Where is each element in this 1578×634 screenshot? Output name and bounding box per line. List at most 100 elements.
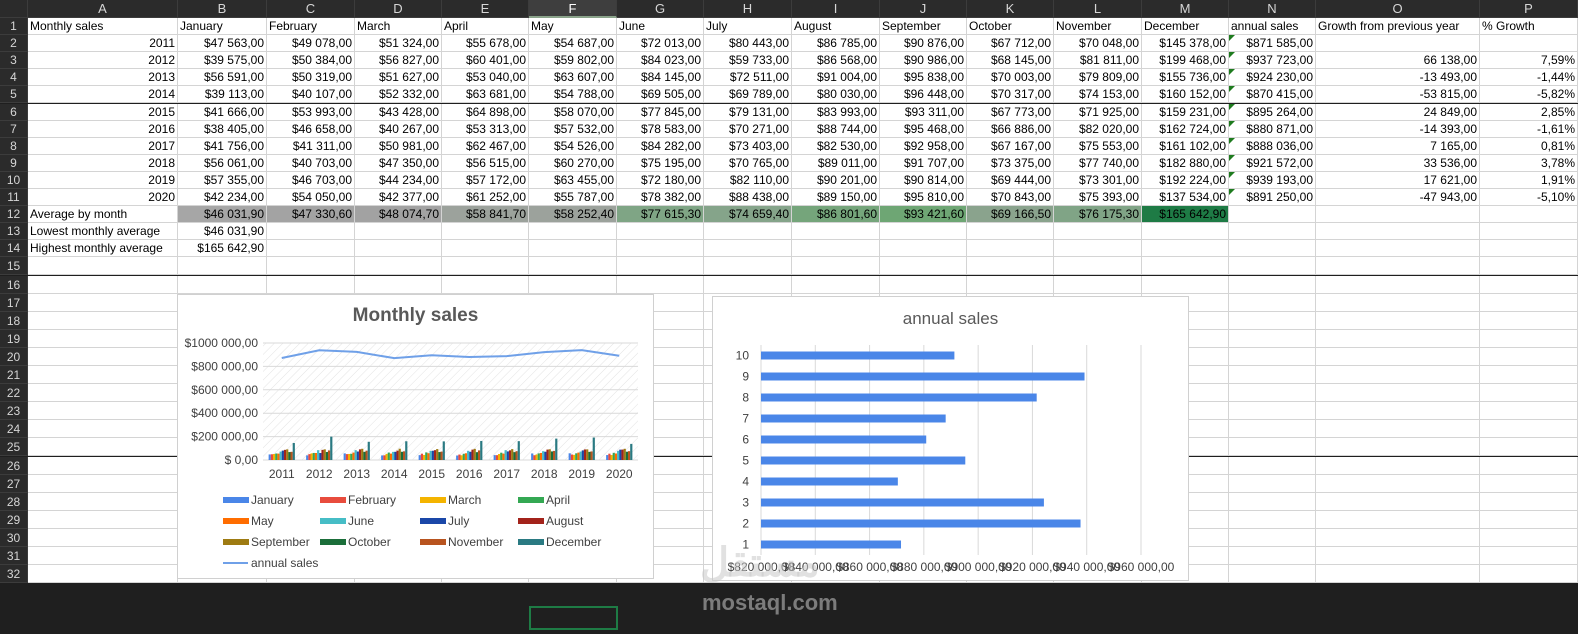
cell-p2[interactable] xyxy=(1480,35,1578,53)
cell-p19[interactable] xyxy=(1480,329,1578,348)
cell-i12[interactable]: $86 801,60 xyxy=(792,206,880,224)
cell-e9[interactable]: $56 515,00 xyxy=(442,154,529,172)
cell-p24[interactable] xyxy=(1480,420,1578,439)
row-header-29[interactable]: 29 xyxy=(0,510,28,529)
cell-m14[interactable] xyxy=(1142,240,1229,258)
cell-a11[interactable]: 2020 xyxy=(28,189,178,207)
cell-e7[interactable]: $53 313,00 xyxy=(442,120,529,138)
cell-f6[interactable]: $58 070,00 xyxy=(529,103,617,121)
cell-i1[interactable]: August xyxy=(792,18,880,36)
cell-n8[interactable]: $888 036,00 xyxy=(1229,137,1316,155)
row-header-16[interactable]: 16 xyxy=(0,275,28,294)
cell-a9[interactable]: 2018 xyxy=(28,154,178,172)
cell-h14[interactable] xyxy=(704,240,792,258)
cell-f15[interactable] xyxy=(529,257,617,276)
active-cell-selection[interactable] xyxy=(529,606,618,630)
row-header-17[interactable]: 17 xyxy=(0,293,28,312)
cell-o32[interactable] xyxy=(1316,565,1480,584)
cell-g15[interactable] xyxy=(617,257,704,276)
row-header-7[interactable]: 7 xyxy=(0,120,28,138)
cell-o19[interactable] xyxy=(1316,329,1480,348)
cell-m1[interactable]: December xyxy=(1142,18,1229,36)
cell-f9[interactable]: $60 270,00 xyxy=(529,154,617,172)
row-header-3[interactable]: 3 xyxy=(0,52,28,70)
cell-m4[interactable]: $155 736,00 xyxy=(1142,69,1229,87)
cell-a32[interactable] xyxy=(28,565,178,584)
cell-h4[interactable]: $72 511,00 xyxy=(704,69,792,87)
cell-g11[interactable]: $78 382,00 xyxy=(617,189,704,207)
cell-g6[interactable]: $77 845,00 xyxy=(617,103,704,121)
cell-a28[interactable] xyxy=(28,492,178,511)
cell-o10[interactable]: 17 621,00 xyxy=(1316,171,1480,189)
cell-h16[interactable] xyxy=(704,275,792,294)
cell-i11[interactable]: $89 150,00 xyxy=(792,189,880,207)
cell-i7[interactable]: $88 744,00 xyxy=(792,120,880,138)
cell-a2[interactable]: 2011 xyxy=(28,35,178,53)
cell-p17[interactable] xyxy=(1480,293,1578,312)
row-header-19[interactable]: 19 xyxy=(0,329,28,348)
cell-i14[interactable] xyxy=(792,240,880,258)
cell-i16[interactable] xyxy=(792,275,880,294)
cell-a15[interactable] xyxy=(28,257,178,276)
cell-p23[interactable] xyxy=(1480,402,1578,421)
cell-c7[interactable]: $46 658,00 xyxy=(267,120,355,138)
cell-h11[interactable]: $88 438,00 xyxy=(704,189,792,207)
column-header-o[interactable]: O xyxy=(1316,0,1480,18)
cell-d6[interactable]: $43 428,00 xyxy=(355,103,442,121)
cell-d13[interactable] xyxy=(355,223,442,241)
cell-g1[interactable]: June xyxy=(617,18,704,36)
cell-l14[interactable] xyxy=(1054,240,1142,258)
cell-p6[interactable]: 2,85% xyxy=(1480,103,1578,121)
cell-e15[interactable] xyxy=(442,257,529,276)
cell-k1[interactable]: October xyxy=(967,18,1054,36)
cell-b9[interactable]: $56 061,00 xyxy=(178,154,267,172)
cell-b10[interactable]: $57 355,00 xyxy=(178,171,267,189)
cell-o26[interactable] xyxy=(1316,456,1480,475)
cell-n15[interactable] xyxy=(1229,257,1316,276)
cell-p21[interactable] xyxy=(1480,366,1578,385)
cell-e13[interactable] xyxy=(442,223,529,241)
cell-m7[interactable]: $162 724,00 xyxy=(1142,120,1229,138)
cell-m13[interactable] xyxy=(1142,223,1229,241)
cell-k5[interactable]: $70 317,00 xyxy=(967,86,1054,104)
cell-m6[interactable]: $159 231,00 xyxy=(1142,103,1229,121)
cell-b14[interactable]: $165 642,90 xyxy=(178,240,267,258)
row-header-11[interactable]: 11 xyxy=(0,189,28,207)
cell-c4[interactable]: $50 319,00 xyxy=(267,69,355,87)
select-all-corner[interactable] xyxy=(0,0,28,18)
cell-c2[interactable]: $49 078,00 xyxy=(267,35,355,53)
cell-b7[interactable]: $38 405,00 xyxy=(178,120,267,138)
cell-c11[interactable]: $54 050,00 xyxy=(267,189,355,207)
cell-h3[interactable]: $59 733,00 xyxy=(704,52,792,70)
cell-c10[interactable]: $46 703,00 xyxy=(267,171,355,189)
cell-f2[interactable]: $54 687,00 xyxy=(529,35,617,53)
cell-g5[interactable]: $69 505,00 xyxy=(617,86,704,104)
cell-h10[interactable]: $82 110,00 xyxy=(704,171,792,189)
row-header-15[interactable]: 15 xyxy=(0,257,28,276)
cell-c15[interactable] xyxy=(267,257,355,276)
cell-o20[interactable] xyxy=(1316,347,1480,366)
cell-j5[interactable]: $96 448,00 xyxy=(880,86,967,104)
cell-e12[interactable]: $58 841,70 xyxy=(442,206,529,224)
cell-d14[interactable] xyxy=(355,240,442,258)
cell-n5[interactable]: $870 415,00 xyxy=(1229,86,1316,104)
cell-k4[interactable]: $70 003,00 xyxy=(967,69,1054,87)
cell-l5[interactable]: $74 153,00 xyxy=(1054,86,1142,104)
cell-e10[interactable]: $57 172,00 xyxy=(442,171,529,189)
cell-p26[interactable] xyxy=(1480,456,1578,475)
column-header-e[interactable]: E xyxy=(442,0,529,18)
cell-p30[interactable] xyxy=(1480,528,1578,547)
cell-p8[interactable]: 0,81% xyxy=(1480,137,1578,155)
cell-b1[interactable]: January xyxy=(178,18,267,36)
row-header-25[interactable]: 25 xyxy=(0,438,28,457)
cell-a23[interactable] xyxy=(28,402,178,421)
cell-g4[interactable]: $84 145,00 xyxy=(617,69,704,87)
cell-i15[interactable] xyxy=(792,257,880,276)
cell-p25[interactable] xyxy=(1480,438,1578,457)
row-header-21[interactable]: 21 xyxy=(0,366,28,385)
cell-a18[interactable] xyxy=(28,311,178,330)
cell-o28[interactable] xyxy=(1316,492,1480,511)
cell-e1[interactable]: April xyxy=(442,18,529,36)
cell-n20[interactable] xyxy=(1229,347,1316,366)
cell-a12[interactable]: Average by month xyxy=(28,206,178,224)
